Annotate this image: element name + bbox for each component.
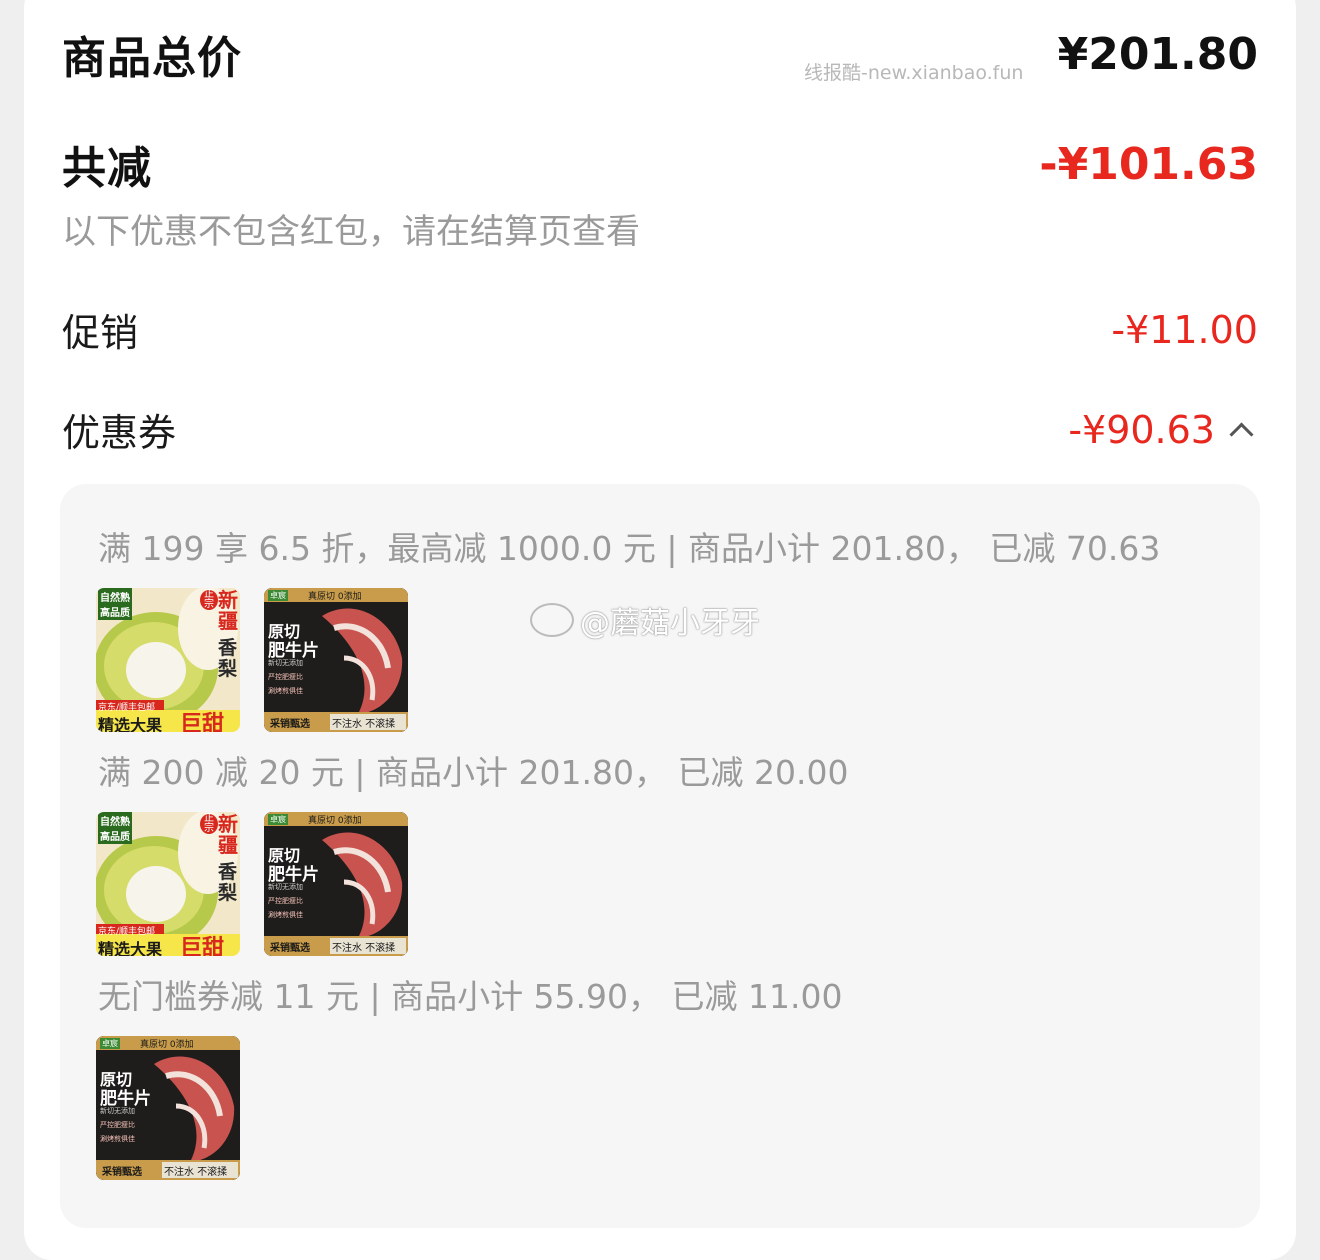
coupon-detail-panel [60,484,1260,1228]
pear-slogan-1: 精选大果 [98,940,163,956]
beef-brand: 卓宸 [100,1038,120,1049]
beef-feature-3: 涮烤煎俱佳 [268,687,303,695]
product-thumb-pear[interactable]: 自然熟 高品质 正宗 新疆 香梨 京东/顺丰包邮 精选大果 巨甜 [96,588,240,732]
beef-feature-3: 涮烤煎俱佳 [100,1135,135,1143]
weibo-icon [530,603,574,637]
coupon-detail-2: 满 200 减 20 元 | 商品小计 201.80， 已减 20.00 [98,753,849,792]
beef-feature-2: 严控肥瘦比 [268,897,303,905]
pear-name-1: 新疆 [218,812,238,857]
beef-brand: 卓宸 [268,814,288,825]
pear-badge-top: 自然熟 [100,593,130,604]
beef-feature-3: 涮烤煎俱佳 [268,911,303,919]
total-row: 商品总价 ¥201.80 [62,22,1258,86]
pear-badge-sub: 高品质 [100,832,130,843]
product-thumb-pear[interactable]: 自然熟 高品质 正宗 新疆 香梨 京东/顺丰包邮 精选大果 巨甜 [96,812,240,956]
beef-top: 真原切 0添加 [308,592,362,602]
weibo-handle: @蘑菇小牙牙 [580,606,760,641]
promo-row: 促销 -¥11.00 [62,302,1258,357]
pear-name-1: 新疆 [218,588,238,633]
reduce-value: -¥101.63 [1039,138,1258,190]
pear-name-2: 香梨 [218,637,238,680]
reduce-label: 共减 [62,143,152,194]
pear-slogan-1: 精选大果 [98,716,163,732]
pear-badge: 自然熟 高品质 [98,812,132,844]
pear-tag: 正宗 [200,814,218,834]
beef-brand: 卓宸 [268,590,288,601]
discount-note: 以下优惠不包含红包，请在结算页查看 [62,212,640,252]
beef-top: 真原切 0添加 [140,1040,194,1050]
beef-feature-2: 严控肥瘦比 [100,1121,135,1129]
product-thumb-beef[interactable]: 卓宸 真原切 0添加 原切 肥牛片 新切无添加 严控肥瘦比 涮烤煎俱佳 采销甄选… [96,1036,240,1180]
site-watermark: 线报酷-new.xianbao.fun [804,62,1024,84]
promo-value: -¥11.00 [1111,307,1258,352]
pear-tag: 正宗 [200,590,218,610]
coupon-detail-3: 无门槛券减 11 元 | 商品小计 55.90， 已减 11.00 [98,977,843,1016]
coupon-value: -¥90.63 [1068,407,1215,452]
total-value: ¥201.80 [1057,28,1258,80]
pear-badge-top: 自然熟 [100,817,130,828]
coupon-detail-1: 满 199 享 6.5 折，最高减 1000.0 元 | 商品小计 201.80… [98,529,1161,568]
weibo-watermark: @蘑菇小牙牙 [530,598,760,642]
pear-badge: 自然熟 高品质 [98,588,132,620]
beef-bottom-1: 采销甄选 [270,943,310,954]
product-thumb-beef[interactable]: 卓宸 真原切 0添加 原切 肥牛片 新切无添加 严控肥瘦比 涮烤煎俱佳 采销甄选… [264,812,408,956]
promo-label: 促销 [62,311,139,355]
pear-slogan-2: 巨甜 [180,712,225,732]
coupon-row[interactable]: 优惠券 -¥90.63 [62,402,1254,457]
beef-bottom-1: 采销甄选 [102,1167,142,1178]
beef-feature-1: 新切无添加 [268,883,303,891]
beef-feature-2: 严控肥瘦比 [268,673,303,681]
reduce-row: 共减 -¥101.63 [62,132,1258,196]
beef-feature-1: 新切无添加 [268,659,303,667]
beef-bottom-2: 不注水 不滚揉 [164,1167,228,1178]
pear-badge-sub: 高品质 [100,608,130,619]
total-label: 商品总价 [62,33,242,84]
beef-bottom-2: 不注水 不滚揉 [332,719,396,730]
product-thumb-beef[interactable]: 卓宸 真原切 0添加 原切 肥牛片 新切无添加 严控肥瘦比 涮烤煎俱佳 采销甄选… [264,588,408,732]
beef-bottom-2: 不注水 不滚揉 [332,943,396,954]
pear-slogan-2: 巨甜 [180,936,225,956]
chevron-up-icon[interactable] [1229,422,1254,447]
beef-top: 真原切 0添加 [308,816,362,826]
pear-name-2: 香梨 [218,861,238,904]
beef-feature-1: 新切无添加 [100,1107,135,1115]
beef-bottom-1: 采销甄选 [270,719,310,730]
coupon-label: 优惠券 [62,411,177,455]
